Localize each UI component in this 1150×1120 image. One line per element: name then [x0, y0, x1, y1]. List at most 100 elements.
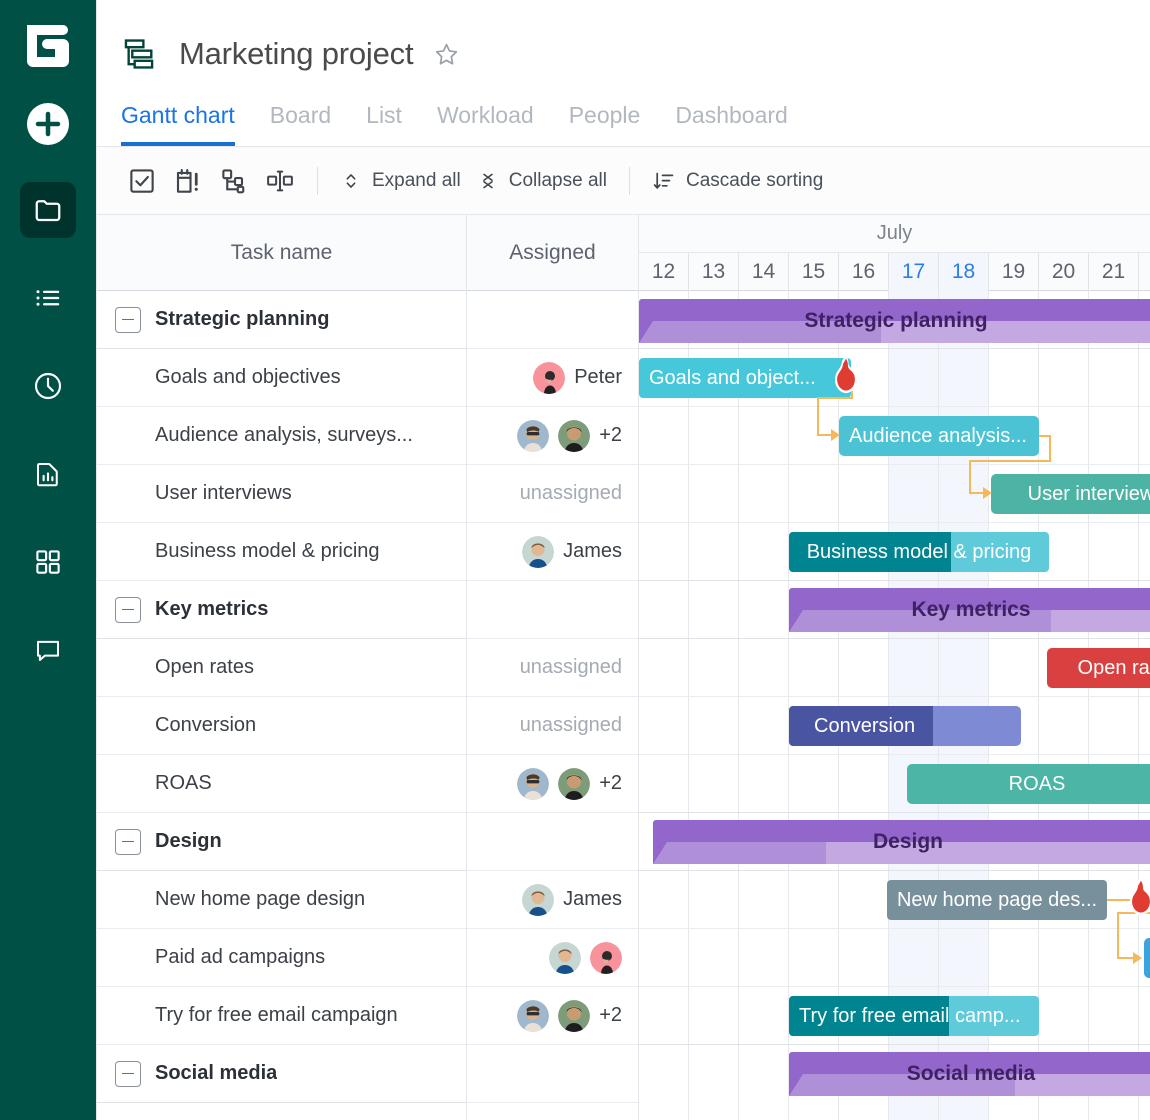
grid-icon: [36, 550, 60, 574]
avatar: [517, 767, 550, 800]
table-row[interactable]: [467, 929, 638, 987]
table-row[interactable]: [467, 813, 638, 871]
assignee-unassigned: unassigned: [519, 714, 622, 736]
table-row[interactable]: +2: [467, 407, 638, 465]
tab-people[interactable]: People: [569, 102, 641, 146]
table-row[interactable]: +2: [467, 987, 638, 1045]
ganttpro-logo-icon[interactable]: [20, 18, 76, 74]
sidebar-item-tasks-list[interactable]: [20, 270, 76, 326]
task-label: Strategic planning: [155, 308, 330, 330]
task-bar-label: Business model & pricing: [806, 540, 1032, 563]
task-bar-roas[interactable]: ROAS: [907, 764, 1150, 804]
table-row[interactable]: ROAS: [97, 755, 466, 813]
table-row[interactable]: unassigned: [467, 465, 638, 523]
table-row[interactable]: Audience analysis, surveys...: [97, 407, 466, 465]
star-icon[interactable]: [431, 39, 461, 69]
table-row[interactable]: Conversion: [97, 697, 466, 755]
table-row[interactable]: Social media: [97, 1045, 466, 1103]
task-bar-new-home-page-design[interactable]: New home page des...: [887, 880, 1107, 920]
task-bar-audience-analysis[interactable]: Audience analysis...: [839, 416, 1039, 456]
tab-dashboard[interactable]: Dashboard: [675, 102, 788, 146]
task-bar-goals-and-objectives[interactable]: Goals and object...: [639, 358, 851, 398]
assignee-more-count: +2: [599, 1004, 622, 1026]
task-bar-open-rates[interactable]: Open rates: [1047, 648, 1150, 688]
table-row[interactable]: [467, 291, 638, 349]
task-bar-label: Try for free email camp...: [799, 1004, 1021, 1027]
table-row[interactable]: [467, 581, 638, 639]
collapse-all-button[interactable]: Collapse all: [469, 164, 615, 198]
chevron-expand-icon: [346, 173, 356, 188]
table-row[interactable]: [467, 1045, 638, 1103]
day-cell[interactable]: 20: [1039, 253, 1089, 291]
table-row[interactable]: +2: [467, 755, 638, 813]
tab-workload[interactable]: Workload: [437, 102, 534, 146]
task-bar-try-for-free-email-campaign[interactable]: Try for free email camp...: [789, 996, 1039, 1036]
expand-all-button[interactable]: Expand all: [332, 164, 469, 198]
summary-bar-strategic-planning[interactable]: Strategic planning: [639, 299, 1150, 343]
table-row[interactable]: James: [467, 871, 638, 929]
hierarchy-icon[interactable]: [211, 158, 257, 204]
collapse-toggle-icon[interactable]: [115, 306, 141, 333]
task-bar-business-model-pricing[interactable]: Business model & pricing: [789, 532, 1049, 572]
checkbox-icon[interactable]: [119, 158, 165, 204]
table-row[interactable]: James: [467, 523, 638, 581]
task-bar-conversion[interactable]: Conversion: [789, 706, 1021, 746]
table-row[interactable]: Peter: [467, 349, 638, 407]
summary-bar-key-metrics[interactable]: Key metrics: [789, 588, 1150, 632]
day-cell[interactable]: 21: [1089, 253, 1139, 291]
task-label: Paid ad campaigns: [155, 946, 326, 968]
tab-gantt-chart[interactable]: Gantt chart: [121, 102, 235, 146]
cascade-sorting-button[interactable]: Cascade sorting: [644, 163, 831, 199]
day-cell-weekend[interactable]: 18: [939, 253, 989, 291]
collapse-toggle-icon[interactable]: [115, 828, 141, 855]
avatar: [517, 419, 550, 452]
sidebar-item-reports[interactable]: [20, 446, 76, 502]
table-row[interactable]: Try for free email campaign: [97, 987, 466, 1045]
table-row[interactable]: Design: [97, 813, 466, 871]
task-bar-user-interviews[interactable]: User interview: [991, 474, 1150, 514]
timeline-chart[interactable]: July 12 13 14 15 16 17 18 19 20 21 Strat…: [639, 215, 1150, 1120]
day-cell[interactable]: 19: [989, 253, 1039, 291]
table-row[interactable]: User interviews: [97, 465, 466, 523]
collapse-toggle-icon[interactable]: [115, 596, 141, 623]
table-row[interactable]: Open rates: [97, 639, 466, 697]
table-row[interactable]: New home page design: [97, 871, 466, 929]
sidebar-item-add[interactable]: [20, 96, 76, 152]
folder-icon: [35, 200, 61, 222]
table-row[interactable]: Paid ad campaigns: [97, 929, 466, 987]
day-cell[interactable]: 16: [839, 253, 889, 291]
sidebar-item-projects[interactable]: [20, 182, 76, 238]
assignee-name: Peter: [574, 366, 622, 388]
table-row[interactable]: unassigned: [467, 639, 638, 697]
day-cell[interactable]: 15: [789, 253, 839, 291]
sidebar-item-comments[interactable]: [20, 622, 76, 678]
table-row[interactable]: unassigned: [467, 697, 638, 755]
view-tabs: Gantt chart Board List Workload People D…: [121, 102, 1150, 146]
day-cell[interactable]: 14: [739, 253, 789, 291]
summary-bar-design[interactable]: Design: [653, 820, 1150, 864]
day-cell[interactable]: 12: [639, 253, 689, 291]
table-row[interactable]: Business model & pricing: [97, 523, 466, 581]
task-bar-label: Conversion: [814, 714, 916, 737]
auto-schedule-icon[interactable]: [257, 158, 303, 204]
table-row[interactable]: Goals and objectives: [97, 349, 466, 407]
collapse-toggle-icon[interactable]: [115, 1060, 141, 1087]
tab-board[interactable]: Board: [270, 102, 331, 146]
tab-list[interactable]: List: [366, 102, 402, 146]
day-cell[interactable]: 13: [689, 253, 739, 291]
timeline-body[interactable]: Strategic planning Goals and object... A…: [639, 291, 1150, 1120]
task-label: ROAS: [155, 772, 212, 794]
calendar-alert-icon[interactable]: [165, 158, 211, 204]
task-label: Design: [155, 830, 222, 852]
table-row[interactable]: Key metrics: [97, 581, 466, 639]
column-header-task-name: Task name: [97, 215, 466, 291]
sidebar-item-time-log[interactable]: [20, 358, 76, 414]
sidebar-item-dashboard[interactable]: [20, 534, 76, 590]
summary-bar-label: Design: [872, 830, 943, 853]
day-cell-weekend[interactable]: 17: [889, 253, 939, 291]
table-row[interactable]: Strategic planning: [97, 291, 466, 349]
task-label: Key metrics: [155, 598, 269, 620]
summary-bar-social-media[interactable]: Social media: [789, 1052, 1150, 1096]
timeline-header: July 12 13 14 15 16 17 18 19 20 21: [639, 215, 1150, 291]
task-bar-paid-ad-campaigns[interactable]: [1144, 938, 1150, 978]
